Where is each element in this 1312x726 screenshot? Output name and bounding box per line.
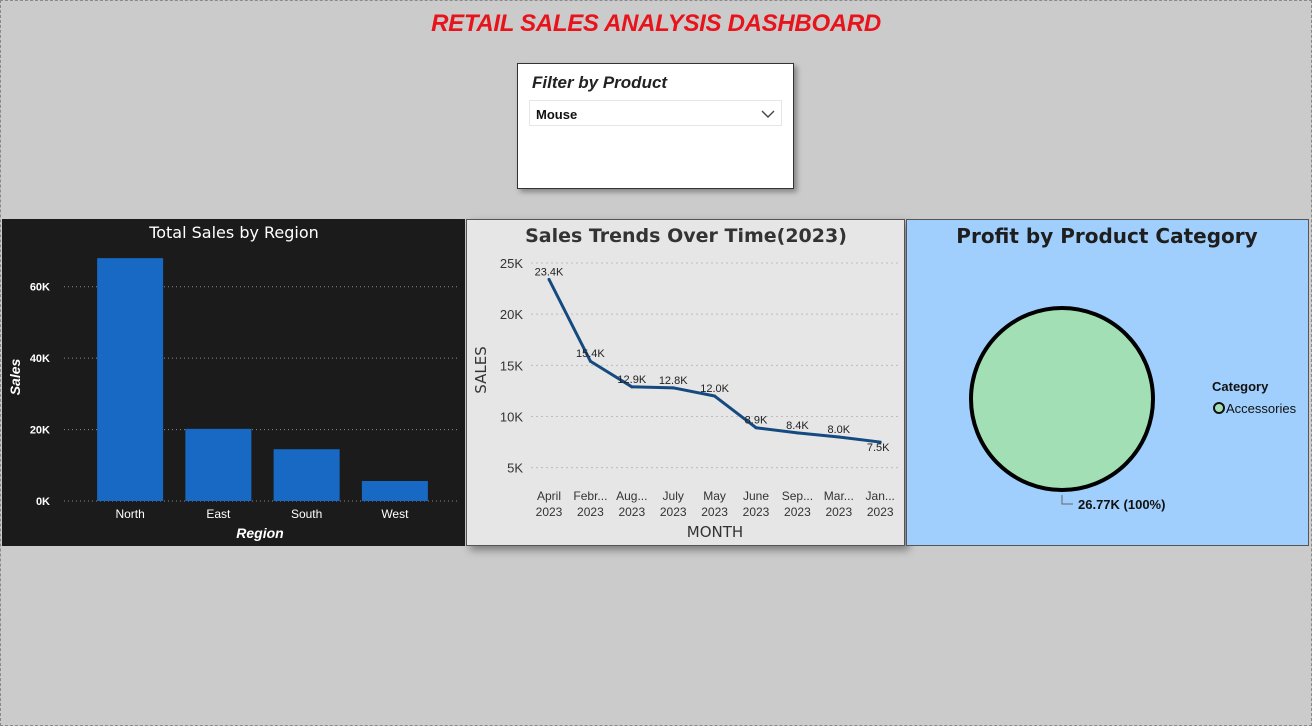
sales-trend-line: [547, 278, 881, 444]
x-tick-label: Sep...: [782, 489, 813, 503]
product-dropdown[interactable]: Mouse: [529, 100, 782, 126]
data-label: 7.5K: [867, 442, 890, 454]
slicer-title: Filter by Product: [532, 73, 668, 92]
x-tick-label: 2023: [536, 505, 563, 519]
product-filter-slicer[interactable]: Filter by Product Mouse: [517, 63, 794, 189]
x-tick-label: West: [381, 507, 409, 521]
y-tick-label: 20K: [30, 425, 50, 437]
x-tick-label: April: [537, 489, 561, 503]
y-tick-label: 15K: [500, 358, 523, 373]
x-tick-label: Aug...: [616, 489, 647, 503]
legend-marker: [1213, 402, 1225, 414]
y-tick-label: 25K: [500, 256, 523, 271]
y-tick-label: 20K: [500, 307, 523, 322]
chevron-down-icon: [761, 110, 775, 118]
data-label: 23.4K: [535, 266, 564, 278]
data-label: 8.9K: [745, 415, 768, 427]
x-tick-label: East: [206, 507, 231, 521]
data-label: 12.9K: [617, 374, 646, 386]
x-tick-label: 2023: [618, 505, 645, 519]
region-sales-panel[interactable]: Total Sales by Region 0K 20K 40K 60K North Eas…: [2, 219, 465, 546]
data-label: 8.4K: [786, 420, 809, 432]
pie-slice-accessories: [969, 306, 1155, 492]
data-label: 15.4K: [576, 348, 605, 360]
x-tick-label: Mar...: [824, 489, 854, 503]
x-tick-label: 2023: [743, 505, 770, 519]
x-tick-label: North: [115, 507, 144, 521]
product-dropdown-value: Mouse: [536, 107, 578, 122]
x-tick-label: Febr...: [573, 489, 607, 503]
x-tick-label: South: [291, 507, 322, 521]
legend-title: Category: [1212, 379, 1269, 394]
bar-east: [185, 428, 252, 501]
profit-category-panel[interactable]: Profit by Product Category 26.77K (100%) C…: [906, 219, 1309, 546]
y-tick-label: 5K: [507, 461, 523, 476]
x-tick-label: May: [703, 489, 726, 503]
x-axis-label: MONTH: [687, 523, 743, 541]
bar-north: [97, 258, 164, 501]
region-bar-chart: Total Sales by Region 0K 20K 40K 60K North Eas…: [7, 223, 457, 541]
x-tick-label: June: [743, 489, 769, 503]
data-label: 12.8K: [659, 375, 688, 387]
x-tick-label: 2023: [784, 505, 811, 519]
data-label: 12.0K: [700, 383, 729, 395]
sales-trend-panel[interactable]: Sales Trends Over Time(2023) 5K 10K 15K 20K 2…: [466, 219, 905, 546]
y-axis-label: SALES: [472, 346, 490, 393]
bar-south: [273, 449, 340, 501]
x-tick-label: 2023: [577, 505, 604, 519]
line-chart-title: Sales Trends Over Time(2023): [525, 225, 847, 247]
bar-west: [361, 481, 428, 501]
profit-pie-chart: Profit by Product Category 26.77K (100%) C…: [956, 224, 1297, 512]
pie-data-label: 26.77K (100%): [1078, 497, 1165, 512]
legend-entry: Accessories: [1226, 401, 1297, 416]
x-tick-label: 2023: [825, 505, 852, 519]
data-label: 8.0K: [827, 424, 850, 436]
dashboard-title: RETAIL SALES ANALYSIS DASHBOARD: [431, 10, 881, 37]
x-tick-label: 2023: [660, 505, 687, 519]
y-tick-label: 40K: [30, 353, 50, 365]
x-tick-label: July: [663, 489, 684, 503]
y-axis-label: Sales: [7, 358, 23, 395]
pie-chart-title: Profit by Product Category: [956, 224, 1257, 248]
sales-trend-line-chart: Sales Trends Over Time(2023) 5K 10K 15K 20K 2…: [472, 225, 899, 541]
y-tick-label: 10K: [500, 409, 523, 424]
data-label-leader: [1061, 495, 1073, 505]
bar-chart-title: Total Sales by Region: [148, 223, 319, 242]
x-tick-label: 2023: [701, 505, 728, 519]
x-tick-label: 2023: [867, 505, 894, 519]
x-axis-label: Region: [236, 525, 283, 541]
x-tick-label: Jan...: [866, 489, 895, 503]
y-tick-label: 60K: [30, 282, 50, 294]
y-tick-label: 0K: [36, 496, 50, 508]
